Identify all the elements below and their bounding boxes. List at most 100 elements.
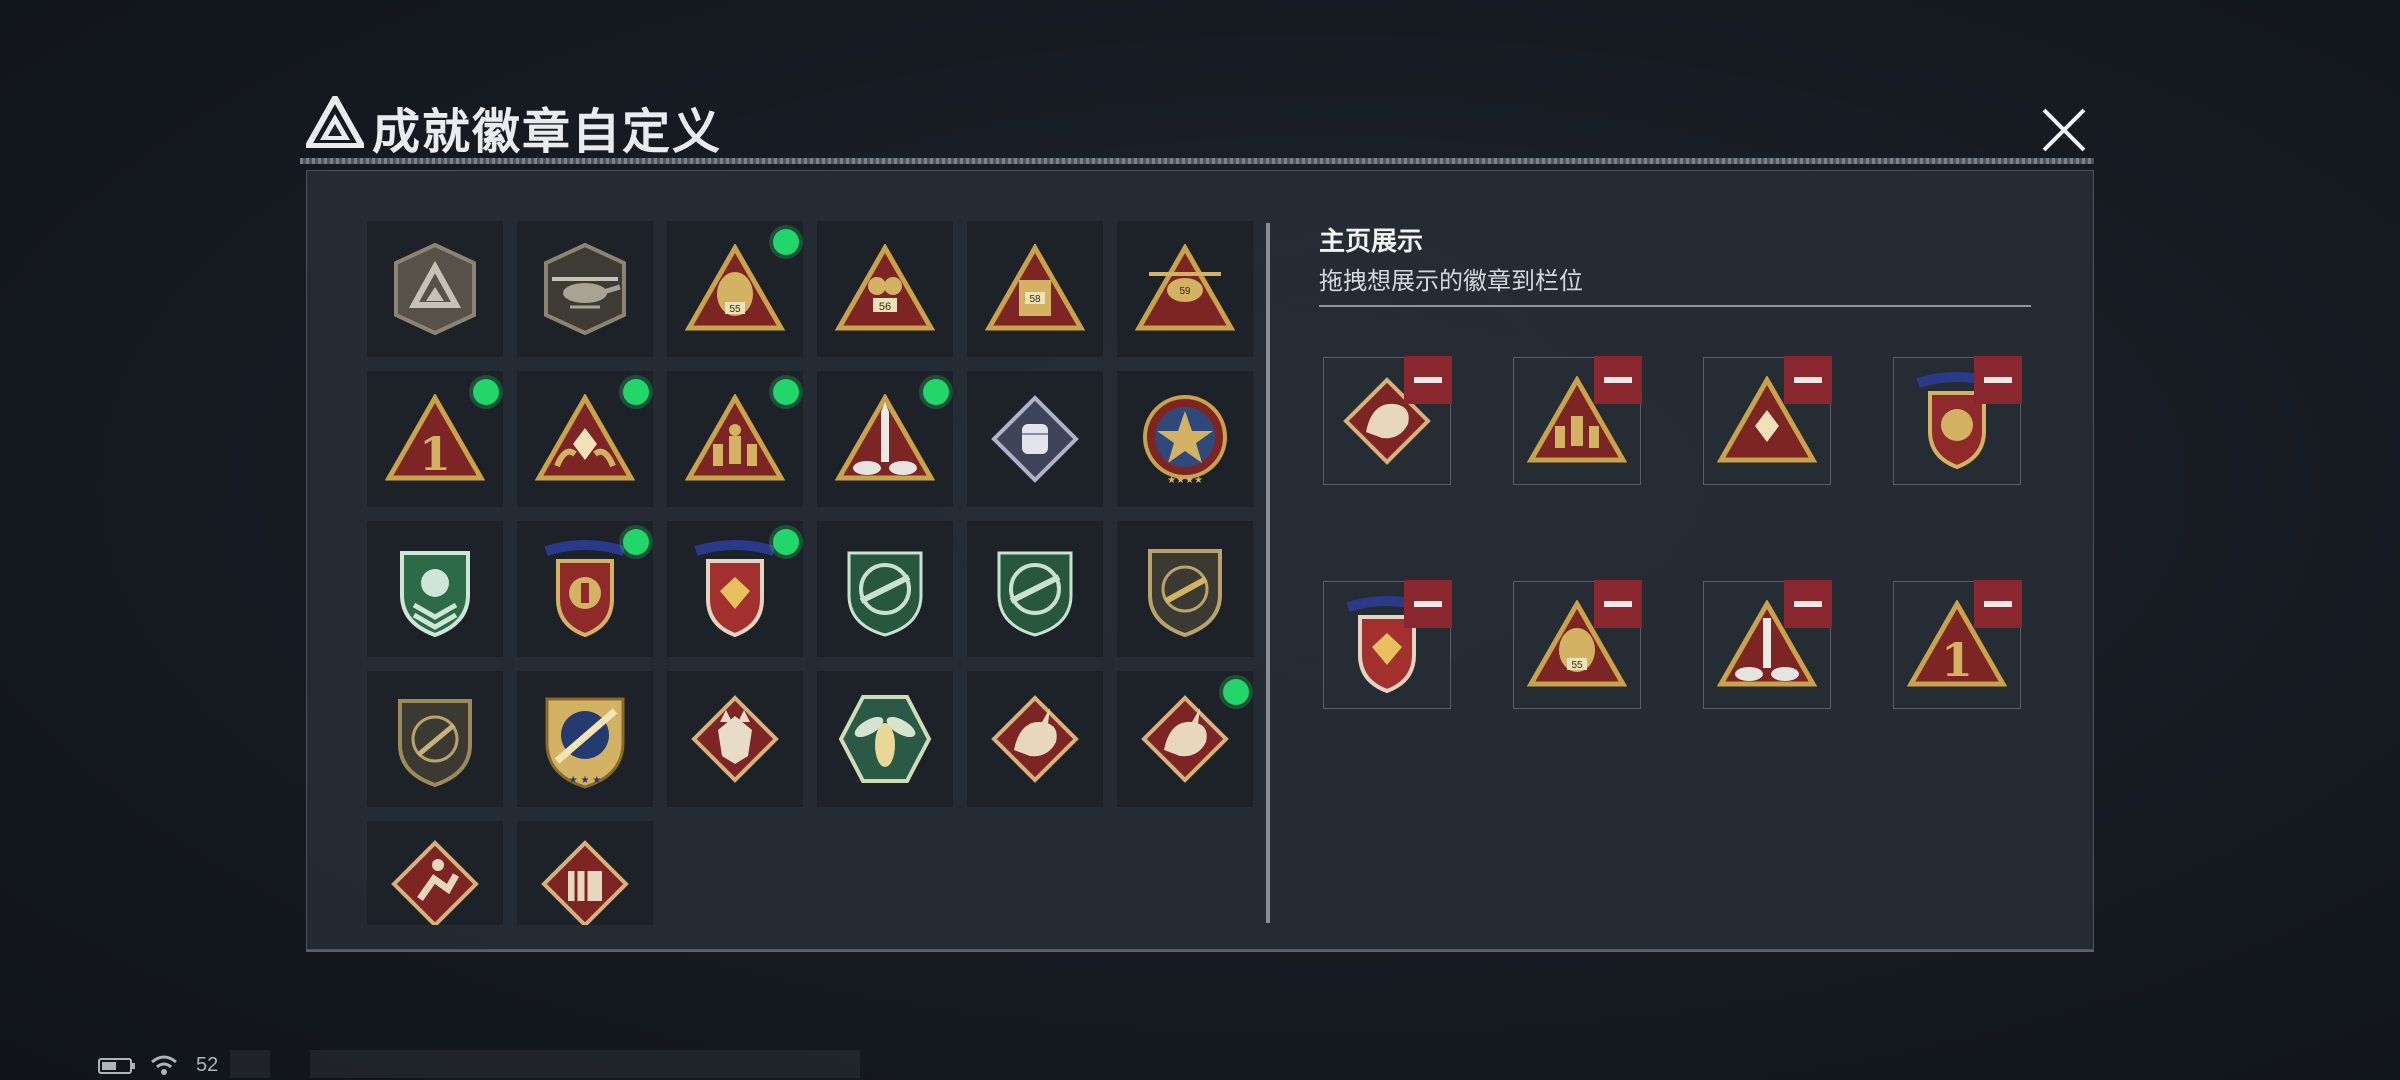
battery-icon — [98, 1058, 135, 1074]
badge-panel: 55 56 58 59 1 ★★★★ ★ ★ ★ 主页展示 拖拽想展示的徽章到栏… — [306, 170, 2094, 950]
showcase-slot[interactable] — [1893, 356, 2022, 485]
season-55-triangle-badge-icon: 55 — [685, 244, 785, 331]
title-bar: 成就徽章自定义 — [300, 88, 2100, 160]
minus-icon — [1984, 601, 2012, 607]
badge-cell[interactable] — [1117, 671, 1253, 807]
showcase-slot[interactable]: 55 — [1513, 580, 1642, 709]
svg-text:★★★★: ★★★★ — [1167, 475, 1203, 486]
new-indicator — [923, 379, 949, 405]
close-icon — [2042, 108, 2086, 152]
svg-text:1: 1 — [419, 427, 451, 481]
panel-bottom-line — [306, 950, 2094, 952]
minus-icon — [1414, 601, 1442, 607]
badge-cell[interactable] — [817, 521, 953, 657]
showcase-slot[interactable] — [1703, 580, 1832, 709]
svg-text:55: 55 — [729, 304, 741, 315]
remove-button[interactable] — [1974, 356, 2022, 404]
green-chevron-shield-badge-icon — [400, 551, 470, 638]
svg-text:★ ★ ★: ★ ★ ★ — [569, 775, 601, 786]
gold-star-crest-badge-icon — [544, 540, 626, 638]
season-58-triangle-badge-icon: 58 — [985, 244, 1085, 331]
svg-text:56: 56 — [879, 301, 891, 313]
dragon-diamond-badge-icon — [991, 695, 1079, 783]
blurred-region — [310, 1050, 860, 1078]
grey-triangle-shield-badge-icon — [394, 242, 476, 336]
badge-grid: 55 56 58 59 1 ★★★★ ★ ★ ★ — [367, 221, 1257, 925]
badge-cell[interactable] — [367, 221, 503, 357]
gold-sword-shield-badge-icon: ★ ★ ★ — [545, 697, 625, 789]
fist-diamond-badge-icon — [991, 395, 1079, 483]
minus-icon — [1794, 377, 1822, 383]
badge-cell[interactable] — [517, 521, 653, 657]
remove-button[interactable] — [1974, 580, 2022, 628]
runner-diamond-badge-icon — [391, 840, 479, 925]
remove-button[interactable] — [1594, 580, 1642, 628]
dragon-diamond-badge-2-icon — [1141, 695, 1229, 783]
showcase-slot[interactable] — [1703, 356, 1832, 485]
showcase-slot[interactable]: 1 — [1893, 580, 2022, 709]
svg-text:55: 55 — [1571, 660, 1583, 671]
season-59-triangle-badge-icon: 59 — [1135, 244, 1235, 331]
new-indicator — [623, 529, 649, 555]
close-button[interactable] — [2030, 96, 2098, 164]
badge-cell[interactable] — [967, 521, 1103, 657]
minus-icon — [1984, 377, 2012, 383]
badge-cell[interactable] — [367, 521, 503, 657]
badge-cell[interactable] — [817, 671, 953, 807]
soldiers-triangle-badge-icon — [685, 394, 785, 481]
remove-button[interactable] — [1784, 580, 1832, 628]
badge-cell[interactable] — [967, 671, 1103, 807]
showcase-subtitle: 拖拽想展示的徽章到栏位 — [1319, 268, 1583, 295]
badge-cell[interactable]: 56 — [817, 221, 953, 357]
new-indicator — [1223, 679, 1249, 705]
badge-cell[interactable] — [667, 521, 803, 657]
badge-cell[interactable]: ★★★★ — [1117, 371, 1253, 507]
remove-button[interactable] — [1594, 356, 1642, 404]
new-indicator — [773, 379, 799, 405]
remove-button[interactable] — [1784, 356, 1832, 404]
badge-cell[interactable] — [517, 821, 653, 925]
gold-rifle-shield-badge-icon — [1148, 549, 1222, 638]
minus-icon — [1794, 601, 1822, 607]
green-rifle-crosshair-badge-2-icon — [997, 551, 1073, 637]
showcase-slot[interactable] — [1323, 580, 1452, 709]
blurred-region — [230, 1050, 270, 1078]
badge-cell[interactable]: 1 — [367, 371, 503, 507]
wolf-diamond-badge-icon — [691, 695, 779, 783]
remove-button[interactable] — [1404, 580, 1452, 628]
number-one-triangle-badge-icon: 1 — [385, 394, 485, 481]
showcase-slot[interactable] — [1513, 356, 1642, 485]
badge-cell[interactable] — [667, 671, 803, 807]
hands-diamond-triangle-badge-icon — [535, 394, 635, 481]
badge-cell[interactable]: 59 — [1117, 221, 1253, 357]
new-indicator — [623, 379, 649, 405]
red-gem-crest-badge-icon — [694, 540, 776, 638]
title-underline — [300, 158, 2094, 164]
rocket-triangle-badge-icon — [835, 394, 935, 481]
badge-cell[interactable]: ★ ★ ★ — [517, 671, 653, 807]
green-rifle-crosshair-badge-icon — [847, 551, 923, 637]
badge-cell[interactable]: 55 — [667, 221, 803, 357]
fortress-diamond-badge-icon — [541, 840, 629, 925]
badge-cell[interactable] — [1117, 521, 1253, 657]
showcase-slot[interactable] — [1323, 356, 1452, 485]
hornet-hexagon-badge-icon — [838, 695, 932, 783]
bronze-knife-shield-badge-icon — [398, 699, 472, 788]
badge-cell[interactable] — [667, 371, 803, 507]
badge-cell[interactable] — [517, 371, 653, 507]
badge-cell[interactable] — [817, 371, 953, 507]
remove-button[interactable] — [1404, 356, 1452, 404]
minus-icon — [1604, 601, 1632, 607]
badge-cell[interactable]: 58 — [967, 221, 1103, 357]
svg-text:58: 58 — [1029, 294, 1041, 305]
season-56-triangle-badge-icon: 56 — [835, 244, 935, 331]
badge-cell[interactable] — [367, 671, 503, 807]
game-logo-icon — [306, 96, 364, 148]
showcase-title: 主页展示 — [1319, 226, 1424, 256]
badge-cell[interactable] — [517, 221, 653, 357]
star-medal-badge-icon: ★★★★ — [1143, 395, 1227, 486]
badge-cell[interactable] — [367, 821, 503, 925]
badge-cell[interactable] — [967, 371, 1103, 507]
panel-divider — [1266, 223, 1270, 923]
helicopter-shield-badge-icon — [544, 242, 626, 336]
